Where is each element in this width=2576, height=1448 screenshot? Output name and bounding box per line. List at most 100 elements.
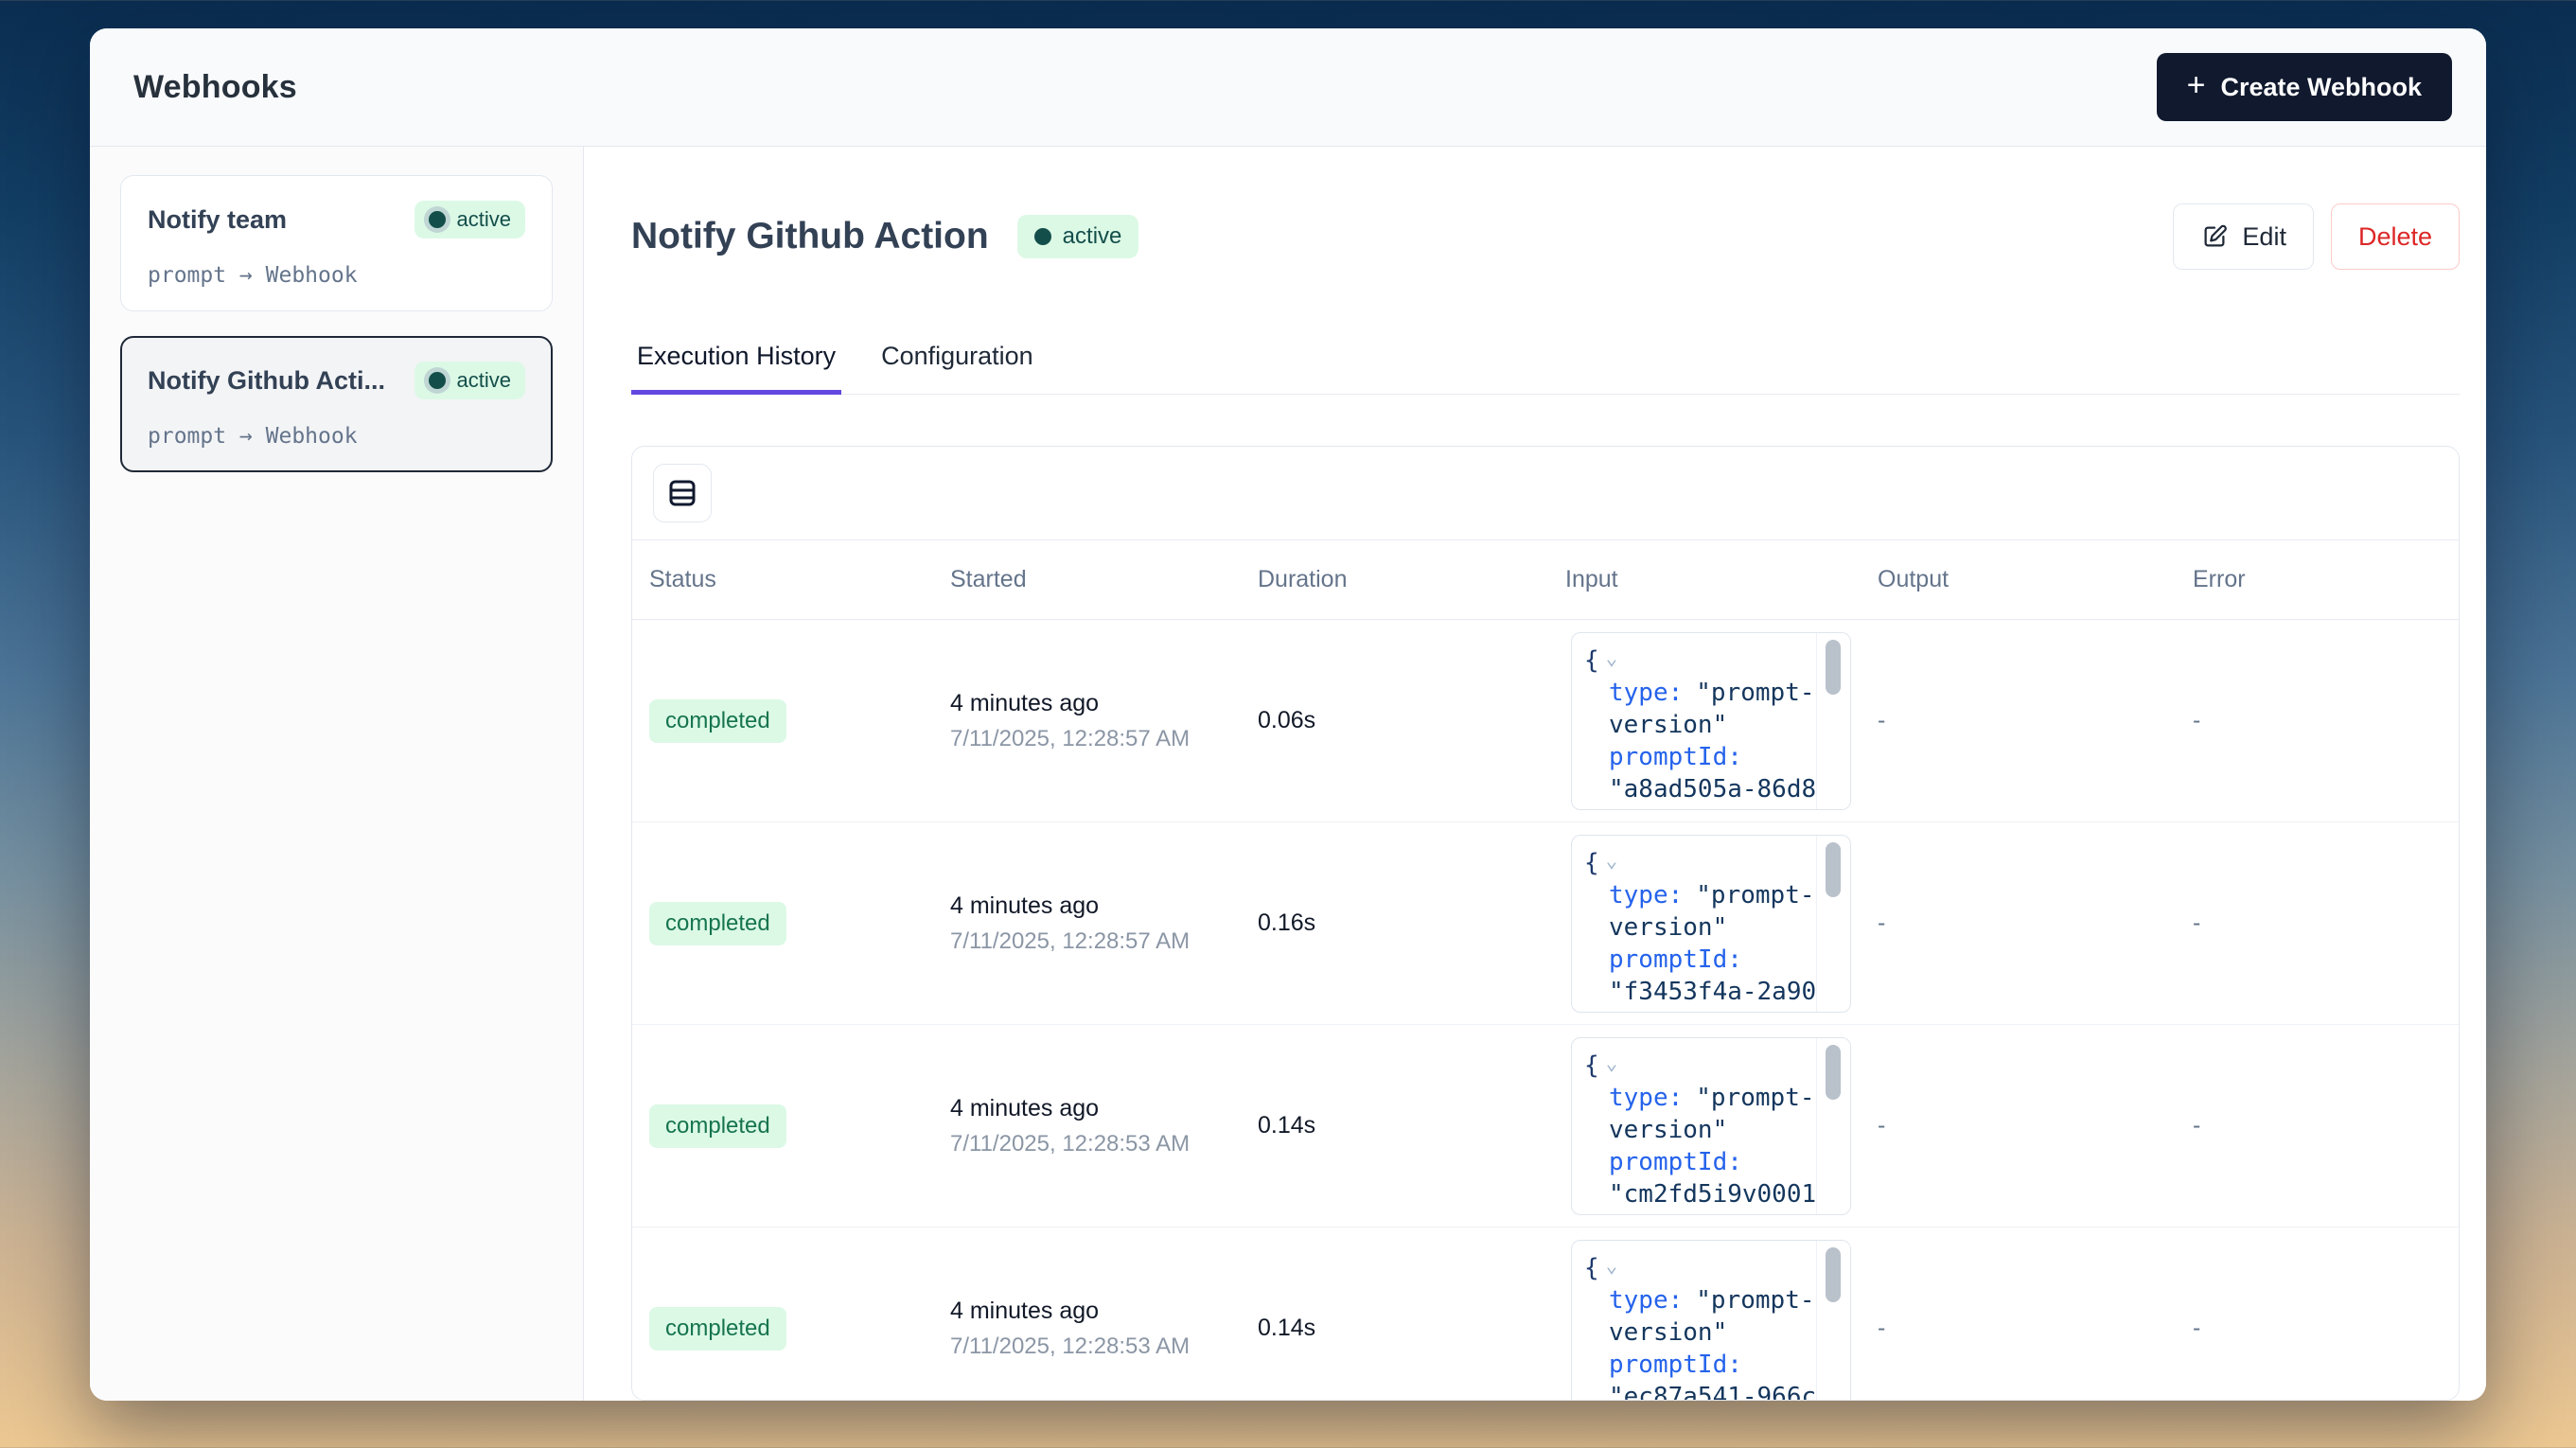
json-value: version" [1609,913,1727,942]
tab-execution-history[interactable]: Execution History [631,342,841,394]
chevron-down-icon[interactable]: ⌄ [1606,646,1618,669]
json-open-brace: { [1584,646,1599,675]
webhook-route: prompt → Webhook [148,263,525,288]
create-webhook-label: Create Webhook [2220,73,2422,102]
webhook-status-badge: active [1017,215,1139,258]
scrollbar-thumb[interactable] [1826,1045,1841,1100]
input-json-preview[interactable]: { ⌄ type: "prompt- version" promptId: "a8a… [1571,632,1851,810]
started-timestamp: 7/11/2025, 12:28:57 AM [950,928,1241,955]
column-header-error: Error [2176,566,2459,593]
chevron-down-icon[interactable]: ⌄ [1606,1254,1618,1277]
webhook-status-label: active [457,368,511,393]
error-value: - [2193,1315,2200,1341]
chevron-down-icon[interactable]: ⌄ [1606,849,1618,872]
edit-pencil-icon [2200,222,2229,251]
json-value: "prompt- [1696,1286,1814,1315]
create-webhook-button[interactable]: + Create Webhook [2157,53,2452,121]
scrollbar-thumb[interactable] [1826,842,1841,897]
execution-row[interactable]: completed 4 minutes ago 7/11/2025, 12:28… [632,822,2459,1025]
delete-button[interactable]: Delete [2331,203,2460,270]
json-key: promptId: [1609,743,1742,771]
tab-configuration[interactable]: Configuration [875,342,1039,394]
detail-tabs: Execution History Configuration [631,342,2460,395]
webhook-status-badge: active [415,201,525,238]
json-key: type: [1609,1084,1683,1112]
json-key: type: [1609,881,1683,909]
json-open-brace: { [1584,1051,1599,1080]
webhooks-window: Webhooks + Create Webhook Notify team ac… [90,28,2486,1401]
json-value: version" [1609,711,1727,739]
json-value: "prompt- [1696,1084,1814,1112]
json-value: 46ee-91be [1609,1010,1742,1013]
execution-history-card: Status Started Duration Input Output Err… [631,446,2460,1401]
duration-value: 0.06s [1258,707,1315,733]
execution-status-badge: completed [649,699,786,743]
top-bar: Webhooks + Create Webhook [90,28,2486,147]
json-value: version" [1609,1318,1727,1347]
started-relative: 4 minutes ago [950,892,1241,920]
table-toolbar [632,447,2459,540]
started-relative: 4 minutes ago [950,690,1241,717]
sidebar-item-webhook[interactable]: Notify team active prompt → Webhook [120,175,553,311]
webhook-route: prompt → Webhook [148,424,525,449]
error-value: - [2193,1112,2200,1139]
started-timestamp: 7/11/2025, 12:28:53 AM [950,1131,1241,1157]
status-dot-icon [1034,228,1051,245]
json-open-brace: { [1584,849,1599,877]
scrollbar[interactable] [1816,1241,1850,1402]
scrollbar[interactable] [1816,836,1850,1012]
page-title: Webhooks [133,69,297,106]
json-value: cmdiv7aia6" [1609,1212,1772,1215]
input-json-preview[interactable]: { ⌄ type: "prompt- version" promptId: "cm2… [1571,1037,1851,1215]
column-header-duration: Duration [1241,566,1548,593]
webhook-detail-panel: Notify Github Action active Edit Delete [584,147,2486,1401]
started-timestamp: 7/11/2025, 12:28:53 AM [950,1333,1241,1360]
error-value: - [2193,707,2200,733]
column-header-status: Status [632,566,933,593]
input-json-preview[interactable]: {⌄ type:"prompt- version" promptId: "ec8… [1571,1240,1851,1402]
sidebar-item-webhook[interactable]: Notify Github Acti... active prompt → We… [120,336,553,472]
table-rows-icon [665,476,699,510]
json-key: type: [1609,1286,1683,1315]
json-value: "ec87a541-966c- [1609,1383,1831,1402]
duration-value: 0.14s [1258,1315,1315,1341]
json-value: "f3453f4a-2a90- [1609,978,1831,1006]
table-body: completed 4 minutes ago 7/11/2025, 12:28… [632,620,2459,1401]
error-value: - [2193,909,2200,936]
chevron-down-icon[interactable]: ⌄ [1606,1051,1618,1074]
json-value: version" [1609,1116,1727,1144]
edit-button[interactable]: Edit [2173,203,2314,270]
scrollbar[interactable] [1816,633,1850,809]
column-header-started: Started [933,566,1241,593]
json-value: "prompt- [1696,881,1814,909]
edit-label: Edit [2242,222,2286,252]
json-key: promptId: [1609,945,1742,974]
json-open-brace: { [1584,1254,1599,1282]
execution-row[interactable]: completed 4 minutes ago 7/11/2025, 12:28… [632,1025,2459,1227]
plus-icon: + [2187,69,2206,101]
webhook-title: Notify Github Action [631,216,989,257]
json-value: "prompt- [1696,679,1814,707]
scrollbar-thumb[interactable] [1826,1247,1841,1302]
json-value: "cm2fd5i9v0001ff [1609,1180,1845,1209]
execution-status-badge: completed [649,1104,786,1148]
json-value: "a8ad505a-86d8- [1609,775,1831,803]
webhook-status-label: active [1063,223,1122,250]
started-relative: 4 minutes ago [950,1095,1241,1122]
json-key: promptId: [1609,1148,1742,1176]
webhook-list-sidebar: Notify team active prompt → Webhook Noti… [90,147,584,1401]
detail-header: Notify Github Action active Edit Delete [631,207,2460,266]
json-key: type: [1609,679,1683,707]
execution-row[interactable]: completed 4 minutes ago 7/11/2025, 12:28… [632,620,2459,822]
started-relative: 4 minutes ago [950,1298,1241,1325]
output-value: - [1878,1315,1885,1341]
table-view-button[interactable] [653,464,712,522]
execution-status-badge: completed [649,1307,786,1351]
scrollbar-thumb[interactable] [1826,640,1841,695]
input-json-preview[interactable]: { ⌄ type: "prompt- version" promptId: "f34… [1571,835,1851,1013]
delete-label: Delete [2358,222,2432,252]
duration-value: 0.16s [1258,909,1315,936]
column-header-input: Input [1548,566,1861,593]
scrollbar[interactable] [1816,1038,1850,1214]
execution-row[interactable]: completed 4 minutes ago 7/11/2025, 12:28… [632,1227,2459,1401]
